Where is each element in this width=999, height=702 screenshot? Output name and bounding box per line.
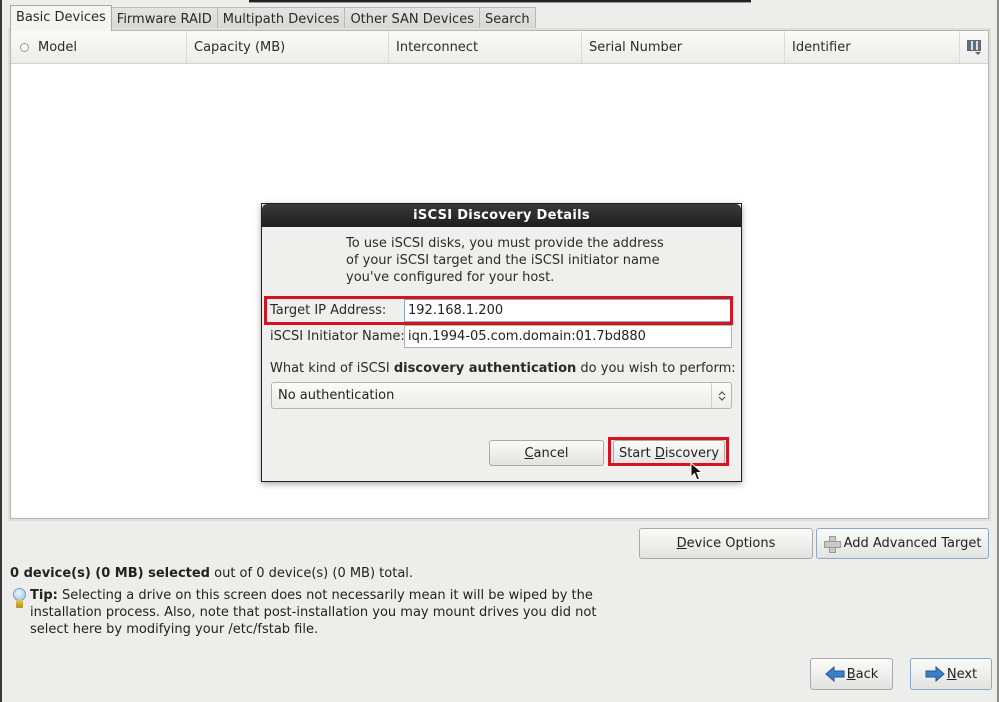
- column-chooser-icon: [967, 40, 981, 55]
- add-advanced-target-label: Add Advanced Target: [843, 536, 982, 551]
- iscsi-discovery-dialog: iSCSI Discovery Details To use iSCSI dis…: [261, 203, 742, 482]
- summary-selected: 0 device(s) (0 MB) selected: [10, 566, 210, 581]
- tip-box: Tip: Selecting a drive on this screen do…: [10, 587, 610, 638]
- column-chooser-button[interactable]: [960, 31, 988, 63]
- auth-question-pre: What kind of iSCSI: [270, 361, 394, 376]
- back-button[interactable]: Back: [810, 658, 893, 690]
- selection-summary: 0 device(s) (0 MB) selected out of 0 dev…: [10, 566, 413, 581]
- tab-search[interactable]: Search: [478, 7, 536, 31]
- initiator-name-row: iSCSI Initiator Name:: [268, 324, 732, 349]
- auth-question: What kind of iSCSI discovery authenticat…: [270, 361, 736, 376]
- column-header-identifier[interactable]: Identifier: [785, 31, 960, 63]
- select-all-column[interactable]: [11, 31, 37, 63]
- tip-label: Tip:: [30, 588, 58, 603]
- start-label-pre: Start: [618, 445, 655, 461]
- back-label: ack: [855, 666, 879, 682]
- tip-text: Tip: Selecting a drive on this screen do…: [30, 587, 610, 638]
- column-header-serial-number[interactable]: Serial Number: [582, 31, 785, 63]
- cancel-button[interactable]: Cancel: [489, 440, 604, 466]
- cancel-mnemonic: C: [524, 445, 534, 461]
- next-button[interactable]: Next: [910, 658, 992, 690]
- tab-firmware-raid[interactable]: Firmware RAID: [110, 7, 218, 31]
- device-options-mnemonic: D: [676, 536, 687, 551]
- next-label: ext: [956, 666, 978, 682]
- plus-icon: [823, 536, 841, 553]
- add-advanced-target-button[interactable]: Add Advanced Target: [816, 528, 989, 559]
- select-all-radio[interactable]: [19, 42, 29, 52]
- target-ip-row: Target IP Address:: [268, 298, 732, 323]
- initiator-name-input[interactable]: [404, 325, 732, 348]
- cancel-label: ancel: [533, 445, 569, 461]
- device-options-button[interactable]: Device Options: [639, 528, 813, 559]
- column-header-model[interactable]: Model: [37, 31, 187, 63]
- dialog-intro-text: To use iSCSI disks, you must provide the…: [346, 236, 664, 285]
- start-mnemonic: D: [654, 445, 665, 461]
- device-tabs: Basic Devices Firmware RAID Multipath De…: [10, 5, 536, 31]
- auth-question-post: do you wish to perform:: [576, 361, 736, 376]
- target-ip-label: Target IP Address:: [270, 303, 387, 318]
- target-ip-input[interactable]: [404, 299, 732, 322]
- table-header: Model Capacity (MB) Interconnect Serial …: [11, 31, 988, 64]
- auth-method-value: No authentication: [278, 388, 395, 403]
- column-header-interconnect[interactable]: Interconnect: [389, 31, 582, 63]
- window-left-edge: [0, 0, 2, 702]
- column-header-capacity[interactable]: Capacity (MB): [187, 31, 389, 63]
- tab-multipath-devices[interactable]: Multipath Devices: [216, 7, 346, 31]
- back-arrow-icon: [824, 666, 845, 682]
- mouse-cursor-icon: [690, 462, 704, 481]
- dialog-title: iSCSI Discovery Details: [262, 204, 741, 227]
- back-mnemonic: B: [846, 666, 856, 682]
- auth-question-bold: discovery authentication: [393, 361, 577, 376]
- tab-other-san-devices[interactable]: Other SAN Devices: [344, 7, 480, 31]
- start-discovery-button[interactable]: Start Discovery: [613, 440, 725, 466]
- initiator-name-label: iSCSI Initiator Name:: [270, 329, 405, 344]
- next-mnemonic: N: [946, 666, 957, 682]
- summary-total: out of 0 device(s) (0 MB) total.: [210, 566, 414, 581]
- auth-method-select[interactable]: No authentication: [271, 382, 732, 409]
- start-label-rest: iscovery: [664, 445, 720, 461]
- select-updown-icon: [711, 383, 731, 408]
- tip-body: Selecting a drive on this screen does no…: [30, 588, 597, 637]
- tab-basic-devices[interactable]: Basic Devices: [10, 5, 112, 31]
- device-options-label: evice Options: [686, 536, 776, 551]
- lightbulb-icon: [10, 587, 30, 611]
- next-arrow-icon: [925, 666, 945, 682]
- background-window-edge: [249, 0, 751, 3]
